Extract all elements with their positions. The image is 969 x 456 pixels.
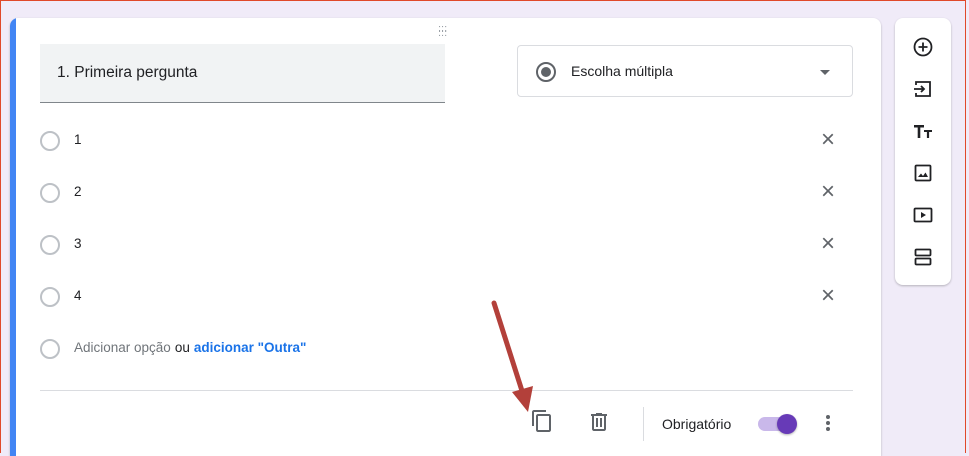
or-label: ou bbox=[174, 340, 190, 355]
close-icon[interactable]: × bbox=[816, 178, 840, 206]
radio-icon bbox=[40, 235, 60, 255]
card-active-accent bbox=[10, 18, 16, 456]
add-other-button[interactable]: adicionar "Outra" bbox=[194, 340, 307, 355]
title-text-icon[interactable] bbox=[911, 119, 935, 143]
video-icon[interactable] bbox=[911, 203, 935, 227]
drag-handle-icon[interactable]: :::::: bbox=[438, 24, 447, 39]
required-toggle[interactable] bbox=[758, 413, 800, 435]
toggle-thumb bbox=[777, 414, 797, 434]
import-question-icon[interactable] bbox=[911, 77, 935, 101]
radio-icon bbox=[40, 339, 60, 359]
option-label[interactable]: 2 bbox=[74, 184, 82, 199]
footer-divider bbox=[40, 390, 853, 391]
close-icon[interactable]: × bbox=[816, 230, 840, 258]
radio-selected-icon bbox=[536, 62, 556, 82]
option-row[interactable]: 4 × bbox=[40, 282, 860, 310]
add-option-row: Adicionar opção ou adicionar "Outra" bbox=[40, 338, 860, 362]
question-type-label: Escolha múltipla bbox=[571, 63, 673, 79]
footer-separator bbox=[643, 407, 644, 441]
question-card[interactable]: :::::: 1. Primeira pergunta Escolha múlt… bbox=[10, 18, 881, 456]
question-type-select[interactable]: Escolha múltipla bbox=[517, 45, 853, 97]
add-option-button[interactable]: Adicionar opção bbox=[74, 340, 171, 355]
question-title-input[interactable]: 1. Primeira pergunta bbox=[40, 44, 445, 103]
add-circle-icon[interactable] bbox=[911, 35, 935, 59]
option-row[interactable]: 3 × bbox=[40, 230, 860, 258]
required-label: Obrigatório bbox=[662, 416, 732, 432]
option-row[interactable]: 1 × bbox=[40, 126, 860, 154]
radio-icon bbox=[40, 131, 60, 151]
radio-icon bbox=[40, 287, 60, 307]
option-label[interactable]: 3 bbox=[74, 236, 82, 251]
radio-icon bbox=[40, 183, 60, 203]
option-row[interactable]: 2 × bbox=[40, 178, 860, 206]
trash-icon[interactable] bbox=[587, 410, 611, 439]
content-copy-icon[interactable] bbox=[530, 409, 554, 438]
section-icon[interactable] bbox=[911, 245, 935, 269]
close-icon[interactable]: × bbox=[816, 126, 840, 154]
add-option-line: Adicionar opção ou adicionar "Outra" bbox=[74, 340, 306, 355]
option-label[interactable]: 1 bbox=[74, 132, 82, 147]
more-vert-icon[interactable] bbox=[816, 411, 840, 440]
dropdown-arrow-icon bbox=[820, 70, 830, 75]
close-icon[interactable]: × bbox=[816, 282, 840, 310]
option-label[interactable]: 4 bbox=[74, 288, 82, 303]
floating-toolbar bbox=[895, 18, 951, 285]
image-icon[interactable] bbox=[911, 161, 935, 185]
